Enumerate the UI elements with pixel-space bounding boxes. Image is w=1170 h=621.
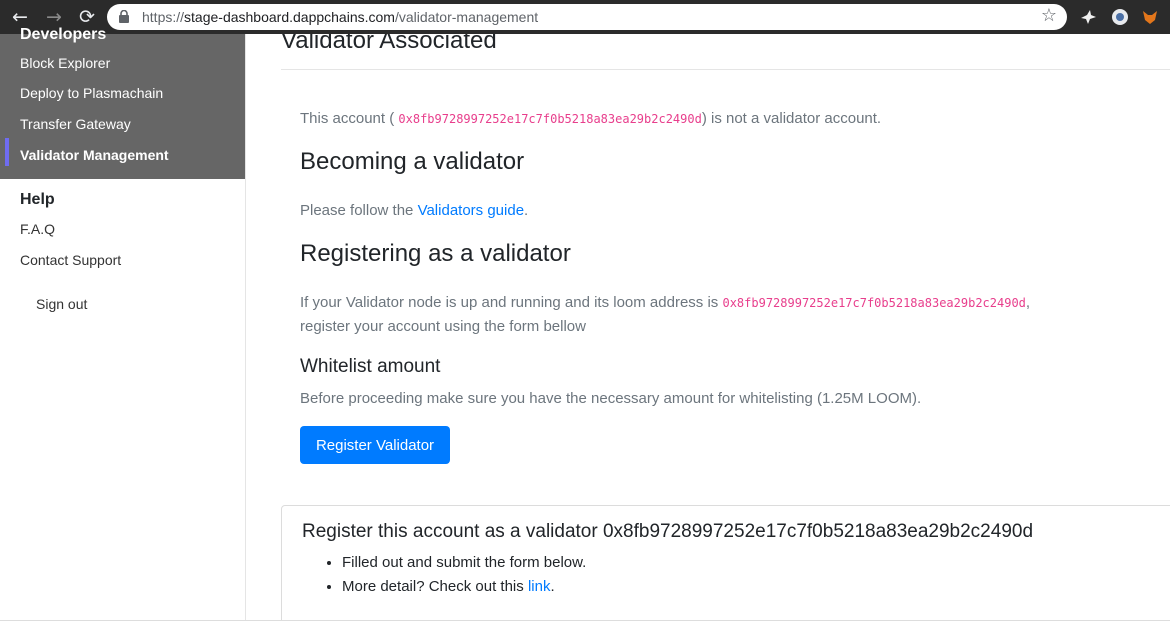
lock-icon [119,10,129,23]
validators-guide-link[interactable]: Validators guide [418,202,524,219]
sidebar-item-validator-management[interactable]: Validator Management [20,147,169,163]
active-item-indicator [5,138,9,166]
whitelist-heading: Whitelist amount [300,356,441,377]
main-content: Validator Associated This account ( 0x8f… [246,34,1170,621]
guide-text: Please follow the Validators guide. [300,202,529,219]
extension-globe-icon[interactable] [1110,7,1130,27]
registering-validator-heading: Registering as a validator [300,240,571,267]
extension-bird-icon[interactable] [1078,7,1098,27]
sign-out-link[interactable]: Sign out [36,296,87,312]
sidebar: Developers Block Explorer Deploy to Plas… [0,26,246,621]
sidebar-item-faq[interactable]: F.A.Q [20,221,55,237]
bookmark-star-icon[interactable]: ☆ [1041,5,1057,26]
card-bullet-list: Filled out and submit the form below. Mo… [302,551,586,599]
developers-heading: Developers [20,26,107,43]
account-notice: This account ( 0x8fb9728997252e17c7f0b52… [300,110,882,127]
register-validator-button[interactable]: Register Validator [300,426,450,464]
help-heading: Help [20,191,55,208]
list-item: Filled out and submit the form below. [342,551,586,575]
address-bar[interactable]: https://stage-dashboard.dappchains.com/v… [107,4,1067,30]
card-title: Register this account as a validator 0x8… [302,521,1034,542]
registering-text-line1: If your Validator node is up and running… [300,294,1031,311]
register-card: Register this account as a validator 0x8… [281,505,1170,621]
whitelist-text: Before proceeding make sure you have the… [300,390,922,407]
sidebar-item-deploy-to-plasmachain[interactable]: Deploy to Plasmachain [20,85,163,101]
becoming-validator-heading: Becoming a validator [300,148,525,175]
extension-fox-icon[interactable] [1140,7,1160,27]
developers-group: Developers Block Explorer Deploy to Plas… [0,26,245,179]
url-text: https://stage-dashboard.dappchains.com/v… [142,9,539,25]
sidebar-item-block-explorer[interactable]: Block Explorer [20,55,110,71]
title-divider [281,69,1170,70]
registering-text-line2: register your account using the form bel… [300,318,586,335]
account-address: 0x8fb9728997252e17c7f0b5218a83ea29b2c249… [398,112,702,126]
more-detail-link[interactable]: link [528,578,551,595]
list-item: More detail? Check out this link. [342,575,586,599]
browser-toolbar: ← → ⟳ https://stage-dashboard.dappchains… [0,0,1170,34]
sidebar-item-transfer-gateway[interactable]: Transfer Gateway [20,116,131,132]
page-title: Validator Associated [281,34,497,54]
loom-address: 0x8fb9728997252e17c7f0b5218a83ea29b2c249… [722,296,1026,310]
sidebar-item-contact-support[interactable]: Contact Support [20,252,121,268]
